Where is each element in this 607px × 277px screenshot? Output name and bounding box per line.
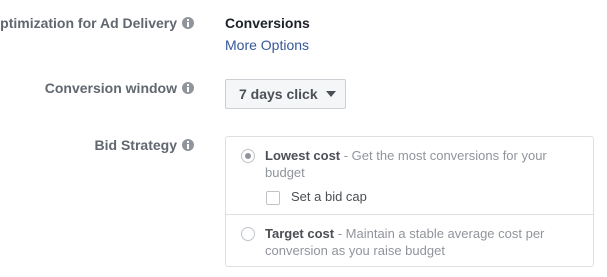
lowest-cost-option-text[interactable]: Lowest cost - Get the most conversions f… <box>265 147 570 181</box>
conversion-window-label-row: Conversion window <box>45 80 194 96</box>
optimization-label-row: Optimization for Ad Delivery <box>0 15 194 31</box>
target-cost-option-text[interactable]: Target cost - Maintain a stable average … <box>265 225 570 259</box>
more-options-link[interactable]: More Options <box>225 37 309 53</box>
caret-down-icon <box>325 91 336 97</box>
optimization-label: Optimization for Ad Delivery <box>0 15 177 31</box>
conversion-window-dropdown[interactable]: 7 days click <box>225 79 346 109</box>
info-icon[interactable] <box>182 139 194 151</box>
info-icon[interactable] <box>182 17 194 29</box>
bid-strategy-label-row: Bid Strategy <box>95 137 194 153</box>
target-cost-title: Target cost <box>265 226 335 241</box>
bid-cap-label[interactable]: Set a bid cap <box>291 189 367 204</box>
conversion-window-label: Conversion window <box>44 80 177 96</box>
bid-strategy-options: Lowest cost - Get the most conversions f… <box>225 136 594 267</box>
bid-cap-checkbox[interactable] <box>266 191 280 205</box>
bid-strategy-label: Bid Strategy <box>94 137 177 153</box>
info-icon[interactable] <box>182 82 194 94</box>
lowest-cost-title: Lowest cost <box>265 148 341 163</box>
target-cost-radio[interactable] <box>241 227 255 241</box>
optimization-value: Conversions <box>225 15 310 31</box>
lowest-cost-radio[interactable] <box>241 149 255 163</box>
option-divider <box>226 214 593 215</box>
conversion-window-selected: 7 days click <box>239 86 318 102</box>
